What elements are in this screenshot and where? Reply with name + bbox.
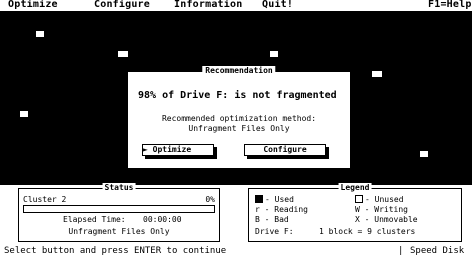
progress-bar [23, 205, 215, 213]
legend-reading: r - Reading [255, 205, 308, 214]
map-marker [372, 71, 382, 77]
legend-panel: Legend - Used - Unused r - Reading W - W… [248, 183, 462, 242]
method-value: Unfragment Files Only [188, 124, 290, 133]
method-label: Recommended optimization method: [161, 114, 317, 123]
unused-swatch-icon [355, 195, 363, 203]
recommendation-dialog: Recommendation 98% of Drive F: is not fr… [126, 66, 352, 170]
cluster-label: Cluster 2 [23, 195, 67, 204]
optimization-mode: Unfragment Files Only [68, 227, 170, 236]
help-hint[interactable]: F1=Help [428, 0, 472, 10]
elapsed-label: Elapsed Time: [63, 215, 126, 224]
configure-label: Configure [263, 145, 307, 154]
optimize-button[interactable]: ► Optimize [142, 144, 214, 156]
status-bar: Select button and press ENTER to continu… [0, 244, 472, 258]
app-name: Speed Disk [410, 246, 465, 256]
progress-percent: 0% [205, 195, 215, 204]
map-marker [20, 111, 28, 117]
status-title: Status [102, 183, 136, 192]
map-marker [270, 51, 278, 57]
fragmentation-summary: 98% of Drive F: is not fragmented [138, 90, 337, 101]
legend-bad: B - Bad [255, 215, 289, 224]
pointer-icon: ► [143, 145, 148, 154]
configure-button[interactable]: Configure [244, 144, 326, 156]
legend-unused: - Unused [355, 195, 404, 204]
map-marker [118, 51, 128, 57]
legend-used: - Used [255, 195, 294, 204]
map-marker [420, 151, 428, 157]
menu-configure[interactable]: Configure [94, 0, 150, 10]
status-panel: Status Cluster 2 0% Elapsed Time: 00:00:… [18, 183, 220, 242]
status-separator: | [398, 246, 404, 256]
menu-optimize[interactable]: Optimize [8, 0, 58, 10]
elapsed-value: 00:00:00 [143, 215, 182, 224]
legend-unmovable: X - Unmovable [355, 215, 418, 224]
block-size-text: 1 block = 9 clusters [319, 227, 416, 236]
menu-information[interactable]: Information [174, 0, 242, 10]
dialog-title: Recommendation [202, 66, 276, 75]
status-message: Select button and press ENTER to continu… [4, 246, 227, 256]
legend-title: Legend [338, 183, 372, 192]
menu-quit[interactable]: Quit! [262, 0, 293, 10]
optimize-label: Optimize [152, 145, 192, 154]
legend-writing: W - Writing [355, 205, 408, 214]
map-marker [36, 31, 44, 37]
drive-label: Drive F: [255, 227, 294, 236]
used-swatch-icon [255, 195, 263, 203]
